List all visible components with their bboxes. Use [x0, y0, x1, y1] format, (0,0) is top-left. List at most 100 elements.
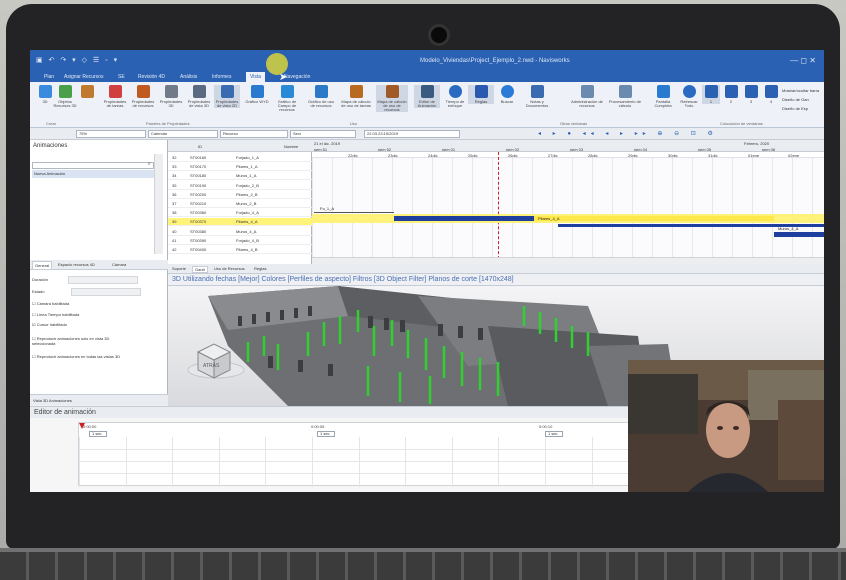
- ribbon-grafico-wyd-button[interactable]: Gráfico WYD: [244, 85, 270, 104]
- prop-reproducir-todas[interactable]: ☐ Reproducir animaciones en todas las vi…: [32, 354, 132, 359]
- layout-2-button[interactable]: 2: [722, 85, 740, 104]
- ribbon-pantalla-completa-button[interactable]: Pantalla Completa: [650, 85, 676, 108]
- ribbon-uso-recursos-button[interactable]: Gráfico de uso de recursos: [306, 85, 336, 108]
- gantt-gridline: [772, 158, 773, 264]
- gantt-gridline: [432, 158, 433, 264]
- row-number: 34: [172, 173, 177, 179]
- column-id[interactable]: ID: [198, 144, 202, 149]
- list-item[interactable]: Nueva Animación: [32, 170, 154, 178]
- fullscreen-icon: [656, 85, 670, 98]
- tab-vista[interactable]: Vista: [246, 72, 266, 82]
- tab-general[interactable]: General: [32, 261, 53, 269]
- prop-cursor[interactable]: ☑ Cursor habilitado: [32, 322, 67, 327]
- task-name: Muros_4_A: [236, 228, 257, 234]
- tab-revision-4d[interactable]: Revisión 4D: [138, 72, 165, 82]
- ribbon-3d-view-props-button[interactable]: Propiedades de vista 3D: [186, 85, 212, 108]
- resource-props-icon: [136, 85, 150, 98]
- ribbon-resource-color-button[interactable]: [74, 85, 100, 100]
- ribbon-2d-view-props-button[interactable]: Propiedades de vista 2D: [214, 85, 240, 108]
- table-row[interactable]: 33 ST00170 Pilares_1_A: [168, 163, 312, 172]
- date-field[interactable]: 22.03.23:15/2019: [364, 130, 460, 138]
- ribbon-admin-recursos-button[interactable]: Administración de recursos: [570, 85, 604, 108]
- ribbon-side-options: Mostrar/ocultar barra Diseño de Gan Dise…: [782, 86, 819, 113]
- playback-controls[interactable]: ◂ ▸ ● ◂◂ ◂ ▸ ▸▸ ⊕ ⊖ ⊡ ⚙: [538, 130, 718, 137]
- tab-informes[interactable]: Informes: [212, 72, 231, 82]
- tab-reglas[interactable]: Reglas: [252, 266, 268, 271]
- task-bar-actual[interactable]: [394, 216, 534, 221]
- ribbon-notas-button[interactable]: Notas y Documentos: [522, 85, 552, 108]
- task-bar-current[interactable]: [534, 216, 774, 221]
- column-nombre[interactable]: Nombre: [284, 144, 298, 149]
- ribbon-refrescar-button[interactable]: Refrescar Todo: [676, 85, 702, 108]
- table-row[interactable]: 36 ST00200 Pilares_2_B: [168, 191, 312, 199]
- tab-camara[interactable]: Cámara: [110, 261, 128, 268]
- table-row[interactable]: 34 ST00180 Muros_1_A: [168, 172, 312, 181]
- gantt-gridline: [372, 158, 373, 264]
- ribbon-buscar-button[interactable]: Buscar: [494, 85, 520, 104]
- ribbon-task-props-button[interactable]: Propiedades de tareas: [102, 85, 128, 108]
- tab-navegacion[interactable]: Navegación: [284, 72, 310, 82]
- tab-soporte[interactable]: Soporte: [170, 266, 188, 271]
- ribbon-mapa-recursos-button[interactable]: Mapa de cálculo de uso de recursos: [376, 85, 408, 112]
- task-bar-actual[interactable]: [774, 232, 824, 237]
- playhead-marker[interactable]: [79, 423, 85, 429]
- tab-se[interactable]: SE: [118, 72, 125, 82]
- prop-reproducir-vista[interactable]: ☐ Reproducir animaciones solo en vista 3…: [32, 336, 132, 346]
- task-id: ST00370: [190, 219, 207, 225]
- window-controls[interactable]: — ◻ ✕: [790, 56, 816, 65]
- scale-select[interactable]: Calendar: [148, 130, 218, 138]
- scrollbar[interactable]: [154, 154, 163, 254]
- table-row[interactable]: 40 ST00380 Muros_4_A: [168, 228, 312, 236]
- tab-uso-recursos[interactable]: Uso de Recursos: [212, 266, 247, 271]
- ribbon-mapa-tareas-button[interactable]: Mapa de cálculo de uso de tareas: [340, 85, 372, 108]
- table-row[interactable]: 37 ST00210 Muros_2_B: [168, 200, 312, 208]
- tab-analisis[interactable]: Análisis: [180, 72, 197, 82]
- table-row[interactable]: 35 ST00190 Forjado_2_B: [168, 182, 312, 190]
- task-bar[interactable]: [314, 212, 394, 213]
- table-row[interactable]: 32 ST00160 Forjado_1_A: [168, 154, 312, 162]
- table-row[interactable]: 41 ST00390 Forjado_4_B: [168, 237, 312, 245]
- ribbon-campo-recursos-button[interactable]: Gráfico de Campo de recursos: [272, 85, 302, 112]
- tab-asignar-recursos[interactable]: Asignar Recursos: [64, 72, 103, 82]
- layout-4-button[interactable]: 4: [762, 85, 780, 104]
- mostrar-barra-option[interactable]: Mostrar/ocultar barra: [782, 86, 819, 95]
- scrollbar[interactable]: [312, 257, 824, 264]
- task-name: Forjado_4_A: [236, 210, 259, 216]
- task-bar-label: Pilares_4_A: [538, 216, 560, 221]
- quick-access-toolbar[interactable]: ▣ ↶ ↷ ▾ ◇ ☰ ◦ ▾: [36, 56, 119, 64]
- zoom-select[interactable]: 75%: [76, 130, 146, 138]
- estado-field[interactable]: [71, 288, 142, 296]
- ribbon-editor-animacion-button[interactable]: Editor de Animación: [414, 85, 440, 108]
- ribbon-tiempo-enfoque-button[interactable]: Tiempo de enfoque: [442, 85, 468, 108]
- view-3d-title: 3D Utilizando fechas [Mejor] Colores [Pe…: [168, 274, 824, 286]
- ribbon-resource-props-button[interactable]: Propiedades de recursos: [130, 85, 156, 108]
- ribbon-reglas-button[interactable]: Reglas: [468, 85, 494, 104]
- diseno-gantt-option[interactable]: Diseño de Gan: [782, 95, 819, 104]
- table-row[interactable]: 38 ST00360 Forjado_4_A: [168, 209, 312, 218]
- diseno-espacio-option[interactable]: Diseño de Esp: [782, 104, 819, 113]
- table-row[interactable]: 39 ST00370 Pilares_4_A: [168, 218, 312, 227]
- duracion-field[interactable]: [68, 276, 139, 284]
- ribbon-3d-props-button[interactable]: Propiedades 3D: [158, 85, 184, 108]
- prop-camara[interactable]: ☐ Cámara habilitada: [32, 301, 69, 306]
- keyframe-label[interactable]: 1 sec: [89, 431, 107, 437]
- keyframe-label[interactable]: 1 sec: [317, 431, 335, 437]
- resource-select[interactable]: Recurso: [220, 130, 288, 138]
- ribbon-procesamiento-button[interactable]: Procesamiento de cálculo: [608, 85, 642, 108]
- prop-linea-tiempo[interactable]: ☐ Línea Tiempo habilitada: [32, 312, 79, 317]
- layout-3-button[interactable]: 3: [742, 85, 760, 104]
- task-bar-label: Fo_1_A: [320, 206, 335, 211]
- task-name: Pilares_1_A: [236, 164, 258, 170]
- search-input[interactable]: ⌕: [32, 161, 154, 169]
- keyframe-label[interactable]: 1 sec: [545, 431, 563, 437]
- tab-plan[interactable]: Plan: [44, 72, 54, 82]
- filter-select[interactable]: Sexi: [290, 130, 356, 138]
- row-number: 35: [172, 182, 177, 188]
- left-panel-bottom-tabs[interactable]: Vista 3D Animaciones: [30, 394, 168, 405]
- 3d-props-icon: [164, 85, 178, 98]
- layout-1-button[interactable]: 1: [702, 85, 720, 104]
- table-row[interactable]: 42 ST00400 Pilares_4_B: [168, 246, 312, 254]
- tab-espacio-recursos[interactable]: Espacio recursos 4D: [56, 261, 97, 268]
- tab-gantt[interactable]: Gantt: [192, 266, 208, 273]
- gantt-gridline: [592, 158, 593, 264]
